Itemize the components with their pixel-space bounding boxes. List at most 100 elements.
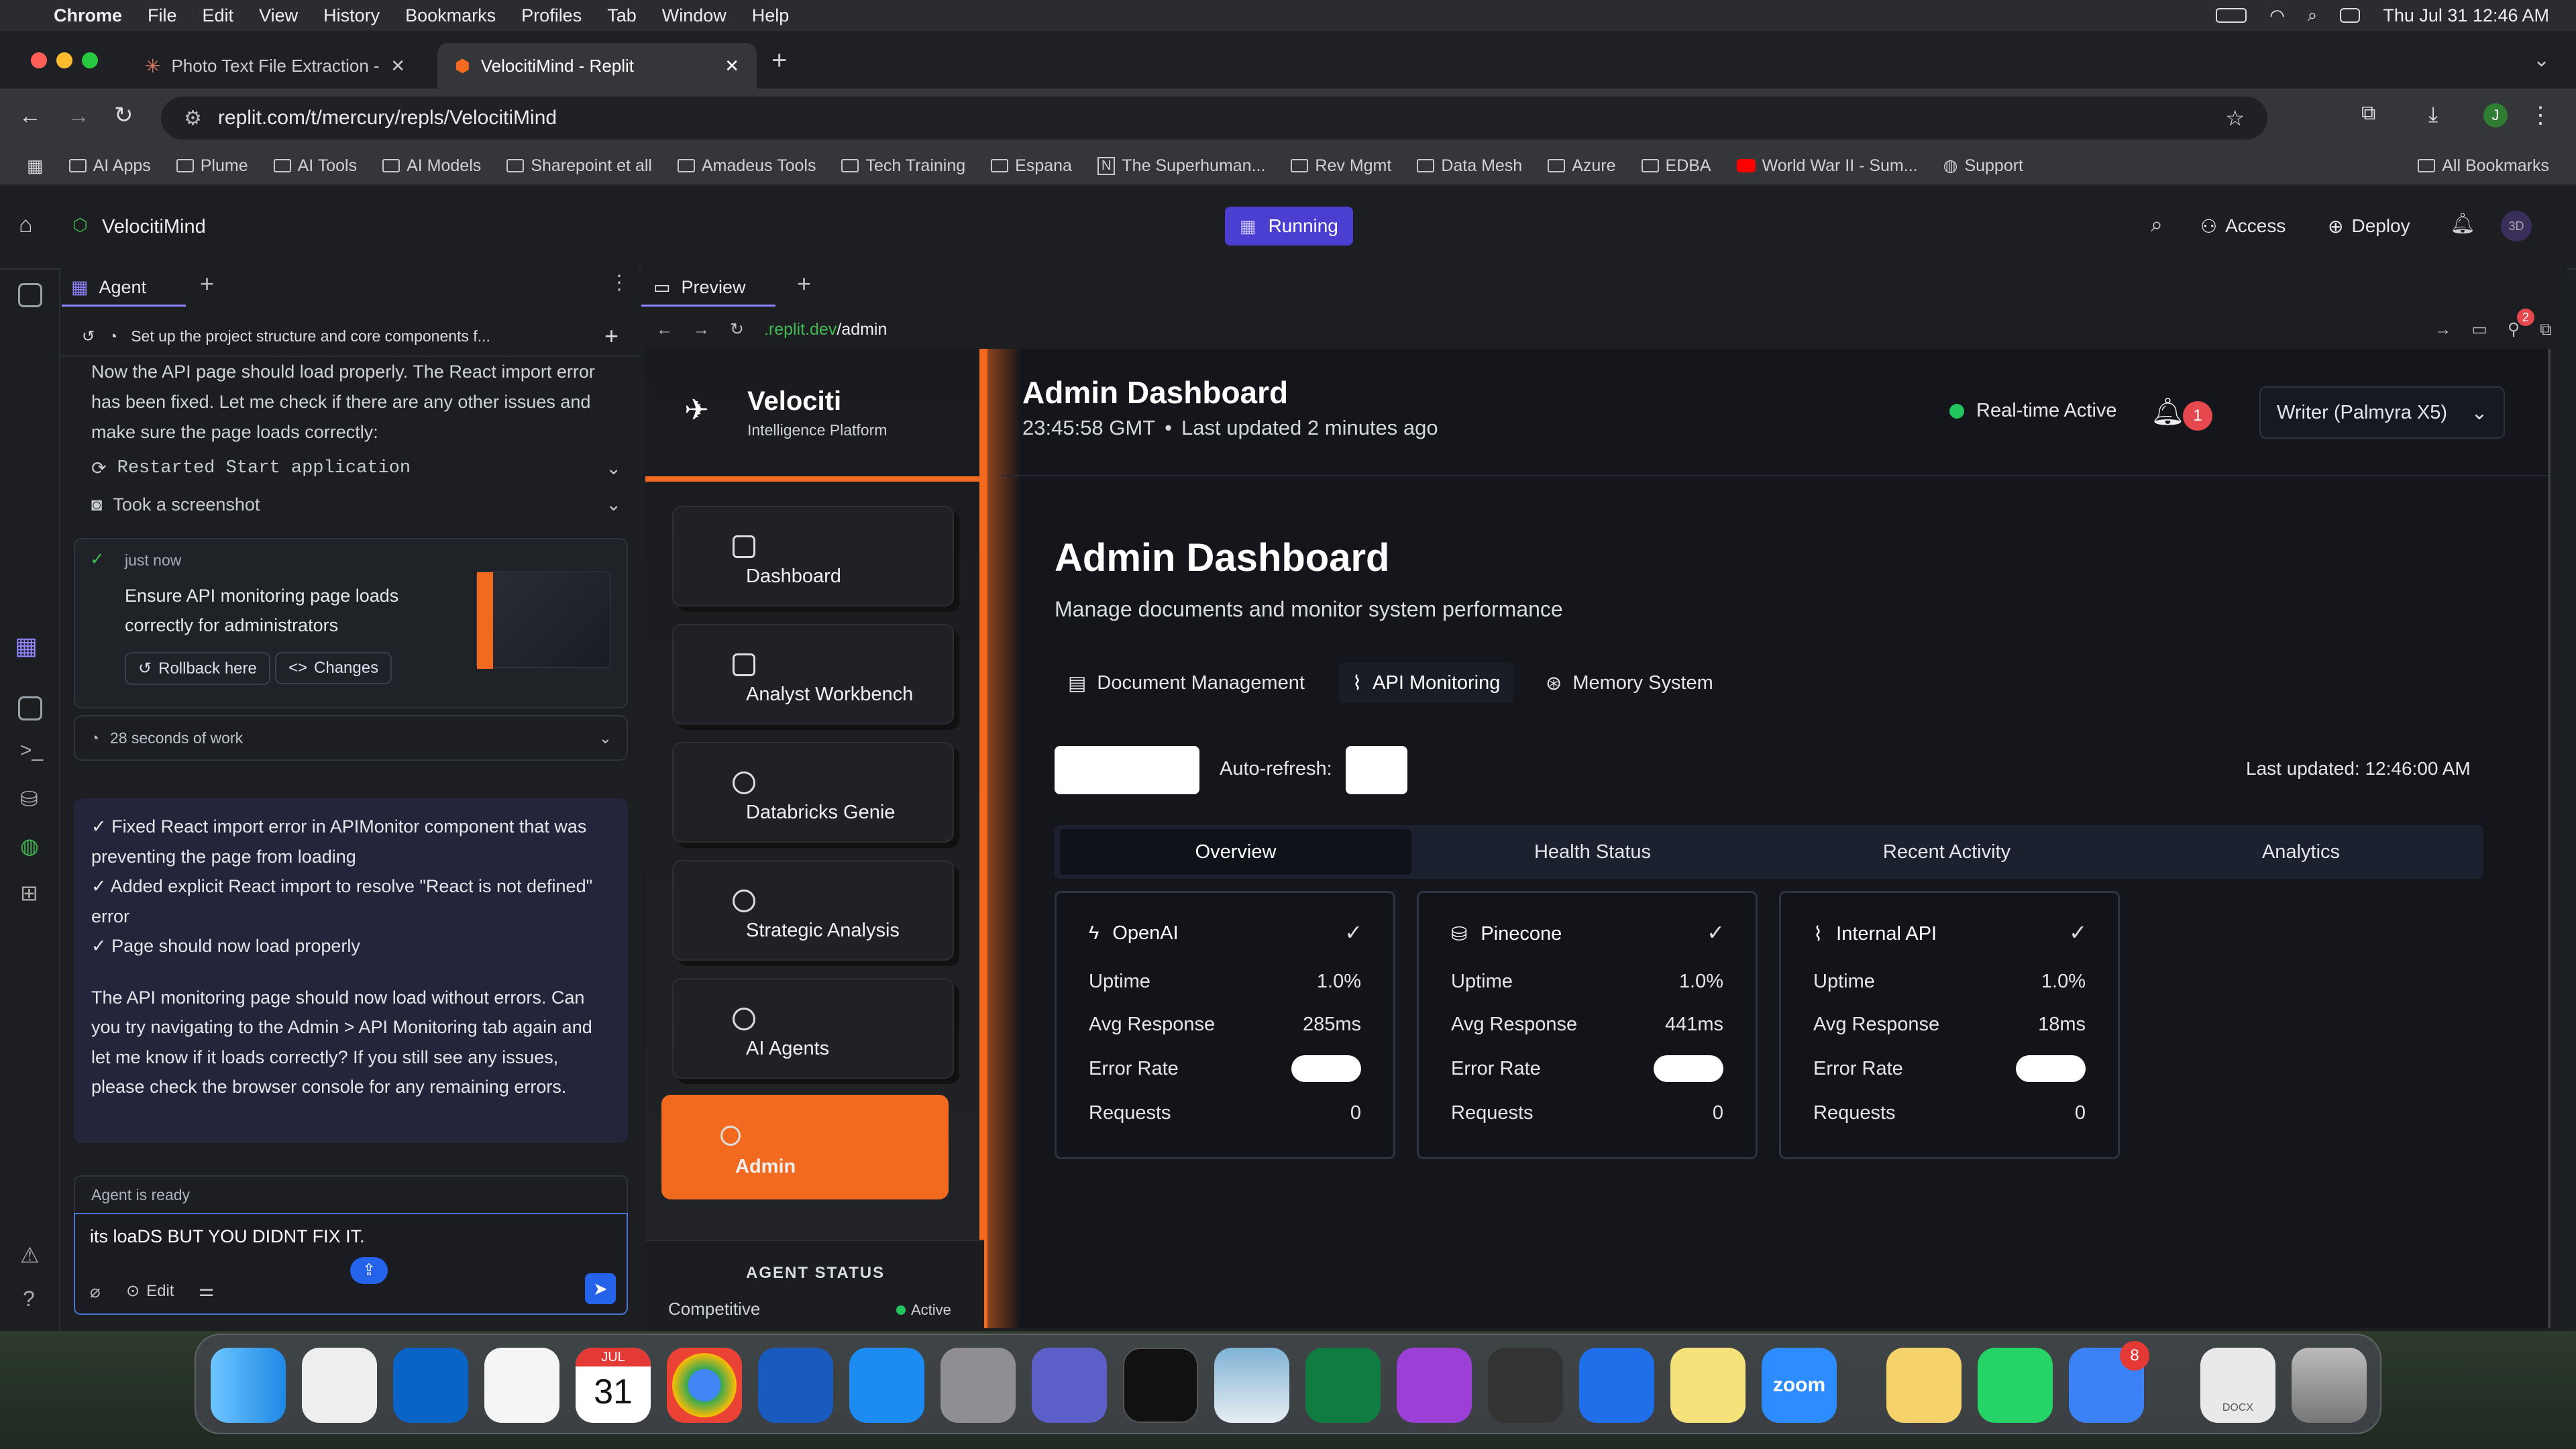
- preview-forward-arrow-icon[interactable]: →: [2434, 320, 2451, 339]
- chrome-icon[interactable]: [667, 1348, 742, 1423]
- tab-api-monitoring[interactable]: ⌇ API Monitoring: [1339, 663, 1514, 703]
- preview-scrollbar[interactable]: [2548, 349, 2551, 1328]
- new-task-icon[interactable]: +: [604, 322, 619, 350]
- download-icon[interactable]: ⤓: [2428, 102, 2438, 127]
- notes-icon[interactable]: [1886, 1348, 1962, 1423]
- launchpad-icon[interactable]: [302, 1348, 377, 1423]
- menu-view[interactable]: View: [259, 5, 298, 26]
- search-icon[interactable]: ⌕: [2308, 5, 2318, 26]
- bookmark-rev-mgmt[interactable]: Rev Mgmt: [1291, 156, 1391, 176]
- menu-profiles[interactable]: Profiles: [521, 5, 582, 26]
- chrome-menu-icon[interactable]: ⋮: [2529, 102, 2552, 129]
- bookmark-star-icon[interactable]: ☆: [2225, 105, 2245, 131]
- calculator-icon[interactable]: [1488, 1348, 1563, 1423]
- agent-menu-icon[interactable]: ⋮: [609, 271, 629, 294]
- nav-databricks-genie[interactable]: Databricks Genie: [672, 742, 954, 843]
- new-tab-icon[interactable]: +: [771, 46, 787, 76]
- nav-dashboard[interactable]: Dashboard: [672, 506, 954, 606]
- subtab-health-status[interactable]: Health Status: [1417, 829, 1768, 875]
- bookmark-azure[interactable]: Azure: [1548, 156, 1616, 176]
- extensions-icon[interactable]: ⧉: [2361, 102, 2375, 125]
- outlook-icon[interactable]: [393, 1348, 468, 1423]
- tab-preview[interactable]: ▭ Preview: [653, 270, 746, 305]
- preview-url[interactable]: .replit.dev/admin: [764, 320, 887, 339]
- alerts-icon[interactable]: ⚠: [20, 1242, 40, 1268]
- back-icon[interactable]: ←: [19, 103, 42, 129]
- tab-document-management[interactable]: ▤ Document Management: [1068, 663, 1305, 703]
- tab-agent[interactable]: ▦ Agent: [71, 270, 146, 305]
- tab-velocitimind[interactable]: ⬢ VelocitiMind - Replit ✕: [437, 43, 757, 89]
- whatsapp-icon[interactable]: [1978, 1348, 2053, 1423]
- project-name[interactable]: VelocitiMind: [102, 216, 206, 238]
- control-center-icon[interactable]: [2340, 8, 2361, 23]
- clock-text[interactable]: Thu Jul 31 12:46 AM: [2383, 5, 2549, 26]
- menu-window[interactable]: Window: [662, 5, 727, 26]
- teams-icon[interactable]: [1032, 1348, 1107, 1423]
- menu-bookmarks[interactable]: Bookmarks: [405, 5, 496, 26]
- agent-icon[interactable]: ▦: [15, 632, 38, 660]
- home-icon[interactable]: ⌂: [19, 212, 33, 238]
- app-notifications-button[interactable]: 🔔︎ 1: [2148, 393, 2212, 433]
- bookmark-support[interactable]: ◍ Support: [1943, 156, 2023, 176]
- bookmark-data-mesh[interactable]: Data Mesh: [1417, 156, 1522, 176]
- history-icon[interactable]: ↺: [82, 327, 95, 345]
- preview-app-icon[interactable]: [1214, 1348, 1289, 1423]
- menu-file[interactable]: File: [148, 5, 177, 26]
- bookmark-edba[interactable]: EDBA: [1641, 156, 1711, 176]
- preview-icon[interactable]: [18, 696, 42, 720]
- close-window-button[interactable]: [31, 52, 47, 68]
- inspect-icon[interactable]: ⚲ 2: [2508, 309, 2534, 339]
- console-icon[interactable]: >_: [20, 739, 43, 762]
- mail-icon[interactable]: 8: [2069, 1341, 2149, 1423]
- tab-memory-system[interactable]: ⊛ Memory System: [1546, 663, 1713, 703]
- subtab-recent-activity[interactable]: Recent Activity: [1771, 829, 2123, 875]
- bookmark-superhuman[interactable]: N The Superhuman...: [1097, 156, 1265, 176]
- agent-chat-input[interactable]: its loaDS BUT YOU DIDNT FIX IT. ⇪ ⌀ ⊙ Edi…: [74, 1213, 628, 1315]
- chat-input-text[interactable]: its loaDS BUT YOU DIDNT FIX IT.: [90, 1226, 365, 1247]
- deploy-button[interactable]: ⊕ Deploy: [2328, 207, 2410, 246]
- bookmark-ww2[interactable]: World War II - Sum...: [1736, 156, 1918, 176]
- omnibox[interactable]: ⚙ replit.com/t/mercury/repls/VelocitiMin…: [161, 97, 2267, 140]
- tab-search-icon[interactable]: ⌄: [2533, 48, 2550, 72]
- menu-tab[interactable]: Tab: [607, 5, 637, 26]
- battery-icon[interactable]: [2216, 8, 2247, 23]
- url-text[interactable]: replit.com/t/mercury/repls/VelocitiMind: [218, 107, 557, 129]
- bookmark-sharepoint[interactable]: Sharepoint et all: [506, 156, 652, 176]
- settings-sliders-icon[interactable]: ⚌: [199, 1280, 214, 1301]
- new-preview-tab-icon[interactable]: +: [797, 270, 811, 298]
- auto-refresh-toggle[interactable]: ON: [1346, 746, 1407, 794]
- textedit-icon[interactable]: [484, 1348, 559, 1423]
- forward-icon[interactable]: →: [67, 103, 90, 129]
- bookmark-all[interactable]: All Bookmarks: [2418, 156, 2549, 176]
- site-info-icon[interactable]: ⚙: [184, 107, 202, 130]
- bookmark-ai-tools[interactable]: AI Tools: [273, 156, 357, 176]
- terminal-icon[interactable]: [1123, 1348, 1198, 1423]
- apps-grid-icon[interactable]: ▦: [27, 156, 44, 176]
- search-icon[interactable]: ⌕: [2151, 212, 2163, 237]
- open-new-window-icon[interactable]: ⧉: [2540, 320, 2552, 339]
- action-screenshot[interactable]: ◙ Took a screenshot ⌄: [91, 490, 621, 519]
- menu-app-name[interactable]: Chrome: [54, 5, 122, 26]
- suggestion-icon[interactable]: ⇪: [350, 1257, 388, 1284]
- access-button[interactable]: ⚇ Access: [2200, 207, 2286, 246]
- profile-avatar[interactable]: J: [2483, 103, 2508, 127]
- preview-forward-icon[interactable]: →: [693, 320, 710, 339]
- menu-help[interactable]: Help: [752, 5, 790, 26]
- podcasts-icon[interactable]: [1397, 1348, 1472, 1423]
- database-icon[interactable]: ⛁: [20, 786, 38, 812]
- system-settings-icon[interactable]: [941, 1348, 1016, 1423]
- model-select[interactable]: Writer (Palmyra X5) ⌄: [2259, 386, 2505, 439]
- nav-analyst-workbench[interactable]: Analyst Workbench: [672, 624, 954, 724]
- minimize-window-button[interactable]: [56, 52, 72, 68]
- deployments-icon[interactable]: ◍: [20, 833, 39, 859]
- user-avatar[interactable]: 3D: [2501, 211, 2532, 241]
- action-restart[interactable]: ⟳ Restarted Start application ⌄: [91, 453, 621, 483]
- word-icon[interactable]: [758, 1348, 833, 1423]
- nav-strategic-analysis[interactable]: Strategic Analysis: [672, 860, 954, 961]
- preview-back-icon[interactable]: ←: [656, 320, 673, 339]
- bookmark-tech-training[interactable]: Tech Training: [841, 156, 965, 176]
- bookmark-ai-apps[interactable]: AI Apps: [68, 156, 151, 176]
- rollback-button[interactable]: ↺ Rollback here: [125, 652, 270, 685]
- bookmark-ai-models[interactable]: AI Models: [382, 156, 481, 176]
- app-store-icon[interactable]: [849, 1348, 924, 1423]
